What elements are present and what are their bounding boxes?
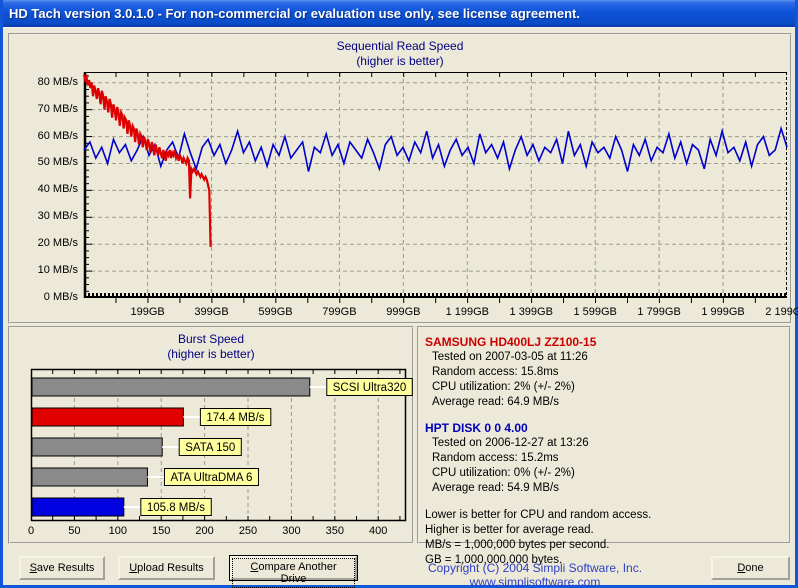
main-content: Sequential Read Speed (higher is better)… bbox=[3, 27, 795, 585]
x-axis-tick-label: 399GB bbox=[180, 306, 244, 318]
note-line: Lower is better for CPU and random acces… bbox=[425, 508, 783, 523]
burst-speed-panel: Burst Speed (higher is better) SCSI Ultr… bbox=[8, 326, 414, 544]
y-axis-tick-label: 0 MB/s bbox=[16, 291, 78, 303]
x-axis-tick-label: 999GB bbox=[371, 306, 435, 318]
drive-1-name: SAMSUNG HD400LJ ZZ100-15 bbox=[425, 335, 783, 350]
y-axis-tick-label: 40 MB/s bbox=[16, 183, 78, 195]
burst-axis-tick-label: 300 bbox=[271, 525, 311, 537]
drive-2-name: HPT DISK 0 0 4.00 bbox=[425, 421, 783, 436]
y-axis-tick-label: 60 MB/s bbox=[16, 130, 78, 142]
burst-axis-tick-label: 250 bbox=[228, 525, 268, 537]
sequential-read-chart bbox=[84, 72, 787, 298]
drive-result-2: HPT DISK 0 0 4.00 Tested on 2006-12-27 a… bbox=[425, 421, 783, 496]
svg-text:SATA 150: SATA 150 bbox=[185, 442, 235, 454]
x-axis-tick-label: 1 399GB bbox=[499, 306, 563, 318]
y-axis-tick-label: 10 MB/s bbox=[16, 264, 78, 276]
y-axis-tick-label: 20 MB/s bbox=[16, 237, 78, 249]
note-line: Higher is better for average read. bbox=[425, 523, 783, 538]
upload-results-button[interactable]: Upload Results bbox=[118, 556, 215, 580]
burst-axis-tick-label: 50 bbox=[54, 525, 94, 537]
burst-axis-tick-label: 150 bbox=[141, 525, 181, 537]
x-axis-tick-label: 199GB bbox=[116, 306, 180, 318]
x-axis-tick-label: 1 999GB bbox=[691, 306, 755, 318]
burst-chart-title: Burst Speed bbox=[10, 332, 412, 347]
x-axis-tick-label: 1 599GB bbox=[563, 306, 627, 318]
drive-1-cpu: CPU utilization: 2% (+/- 2%) bbox=[425, 380, 783, 395]
burst-axis-tick-label: 100 bbox=[98, 525, 138, 537]
drive-1-average-read: Average read: 64.9 MB/s bbox=[425, 395, 783, 410]
burst-axis-tick-label: 350 bbox=[315, 525, 355, 537]
y-axis-tick-label: 30 MB/s bbox=[16, 210, 78, 222]
burst-axis-tick-label: 400 bbox=[358, 525, 398, 537]
x-axis-tick-label: 599GB bbox=[243, 306, 307, 318]
app-window: HD Tach version 3.0.1.0 - For non-commer… bbox=[0, 0, 798, 588]
x-axis-tick-label: 1 199GB bbox=[435, 306, 499, 318]
drive-2-average-read: Average read: 54.9 MB/s bbox=[425, 481, 783, 496]
drive-2-tested: Tested on 2006-12-27 at 13:26 bbox=[425, 436, 783, 451]
burst-axis-tick-label: 0 bbox=[11, 525, 51, 537]
drive-2-cpu: CPU utilization: 0% (+/- 2%) bbox=[425, 466, 783, 481]
svg-text:ATA UltraDMA 6: ATA UltraDMA 6 bbox=[170, 472, 252, 484]
burst-chart-subtitle: (higher is better) bbox=[10, 347, 412, 362]
svg-text:174.4 MB/s: 174.4 MB/s bbox=[206, 412, 264, 424]
y-axis-tick-label: 50 MB/s bbox=[16, 156, 78, 168]
drive-2-random-access: Random access: 15.2ms bbox=[425, 451, 783, 466]
compare-another-drive-button[interactable]: Compare Another Drive bbox=[230, 556, 357, 580]
x-axis-tick-label: 799GB bbox=[307, 306, 371, 318]
copyright-text: Copyright (C) 2004 Simpli Software, Inc.… bbox=[365, 561, 705, 588]
drive-result-1: SAMSUNG HD400LJ ZZ100-15 Tested on 2007-… bbox=[425, 335, 783, 410]
sequential-chart-subtitle: (higher is better) bbox=[10, 54, 790, 69]
y-axis-tick-label: 70 MB/s bbox=[16, 103, 78, 115]
save-results-button[interactable]: Save Results bbox=[19, 556, 105, 580]
title-bar[interactable]: HD Tach version 3.0.1.0 - For non-commer… bbox=[3, 0, 795, 27]
svg-text:105.8 MB/s: 105.8 MB/s bbox=[147, 502, 205, 514]
window-title: HD Tach version 3.0.1.0 - For non-commer… bbox=[9, 6, 580, 21]
results-panel: SAMSUNG HD400LJ ZZ100-15 Tested on 2007-… bbox=[417, 326, 791, 544]
sequential-read-panel: Sequential Read Speed (higher is better)… bbox=[8, 33, 792, 324]
drive-1-tested: Tested on 2007-03-05 at 11:26 bbox=[425, 350, 783, 365]
sequential-chart-title: Sequential Read Speed bbox=[10, 39, 790, 54]
y-axis-tick-label: 80 MB/s bbox=[16, 76, 78, 88]
burst-speed-chart: SCSI Ultra320 174.4 MB/s SATA 150 ATA Ultra… bbox=[31, 369, 406, 521]
x-axis-tick-label: 1 799GB bbox=[627, 306, 691, 318]
svg-text:SCSI Ultra320: SCSI Ultra320 bbox=[333, 382, 407, 394]
drive-1-random-access: Random access: 15.8ms bbox=[425, 365, 783, 380]
done-button[interactable]: Done bbox=[711, 556, 790, 580]
note-line: MB/s = 1,000,000 bytes per second. bbox=[425, 538, 783, 553]
x-axis-tick-label: 2 199GB bbox=[755, 306, 798, 318]
burst-axis-tick-label: 200 bbox=[185, 525, 225, 537]
